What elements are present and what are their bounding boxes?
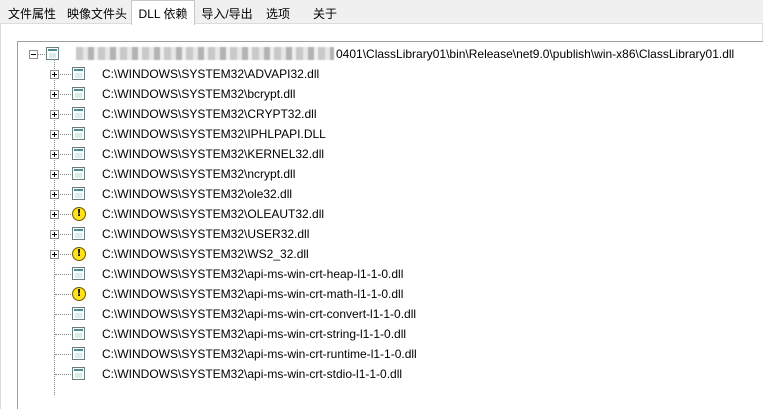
tree-item[interactable]: ! C:\WINDOWS\SYSTEM32\api-ms-win-crt-math… [18,284,763,304]
dll-path-label: C:\WINDOWS\SYSTEM32\api-ms-win-crt-heap-… [102,267,404,281]
module-icon [72,167,85,180]
dll-path-label: C:\WINDOWS\SYSTEM32\ole32.dll [102,187,293,201]
dll-dependency-panel: 0401\ClassLibrary01\bin\Release\net9.0\p… [0,24,763,409]
warning-icon: ! [72,247,86,261]
expand-icon[interactable] [50,90,59,99]
dll-path-label: C:\WINDOWS\SYSTEM32\api-ms-win-crt-conve… [102,307,417,321]
module-icon [72,227,85,240]
tab-import-export[interactable]: 导入/导出 [196,2,258,23]
expand-icon[interactable] [50,150,59,159]
module-icon [72,267,85,280]
tab-about[interactable]: 关于 [305,2,345,23]
dll-path-label: C:\WINDOWS\SYSTEM32\ADVAPI32.dll [102,67,320,81]
dll-path-label: C:\WINDOWS\SYSTEM32\api-ms-win-crt-math-… [102,287,404,301]
tree-item[interactable]: ! C:\WINDOWS\SYSTEM32\OLEAUT32.dll [18,204,763,224]
dll-path-label: C:\WINDOWS\SYSTEM32\KERNEL32.dll [102,147,325,161]
expand-icon[interactable] [50,110,59,119]
tab-image-header[interactable]: 映像文件头 [63,2,131,23]
collapse-icon[interactable] [29,50,38,59]
module-icon [72,127,85,140]
tab-file-properties[interactable]: 文件属性 [2,2,62,23]
expand-icon[interactable] [50,210,59,219]
dll-path-label: C:\WINDOWS\SYSTEM32\USER32.dll [102,227,310,241]
expand-icon[interactable] [50,250,59,259]
tree-connector [55,334,71,335]
tree-connector [55,354,71,355]
tree-item[interactable]: C:\WINDOWS\SYSTEM32\api-ms-win-crt-runti… [18,344,763,364]
warning-icon: ! [72,287,86,301]
module-icon [72,187,85,200]
tree-connector [55,274,71,275]
module-icon [72,367,85,380]
tree-root-row[interactable]: 0401\ClassLibrary01\bin\Release\net9.0\p… [18,44,763,64]
tree-item[interactable]: C:\WINDOWS\SYSTEM32\api-ms-win-crt-conve… [18,304,763,324]
expand-icon[interactable] [50,190,59,199]
tree-item[interactable]: C:\WINDOWS\SYSTEM32\api-ms-win-crt-stdio… [18,364,763,384]
tree-item[interactable]: C:\WINDOWS\SYSTEM32\USER32.dll [18,224,763,244]
tree-connector [55,314,71,315]
tree-item[interactable]: C:\WINDOWS\SYSTEM32\ncrypt.dll [18,164,763,184]
tree-item[interactable]: C:\WINDOWS\SYSTEM32\IPHLPAPI.DLL [18,124,763,144]
tree-item[interactable]: ! C:\WINDOWS\SYSTEM32\WS2_32.dll [18,244,763,264]
expand-icon[interactable] [50,130,59,139]
tree-item[interactable]: C:\WINDOWS\SYSTEM32\api-ms-win-crt-strin… [18,324,763,344]
dll-path-label: C:\WINDOWS\SYSTEM32\CRYPT32.dll [102,107,317,121]
dll-path-label: C:\WINDOWS\SYSTEM32\WS2_32.dll [102,247,309,261]
dll-path-label: C:\WINDOWS\SYSTEM32\ncrypt.dll [102,167,296,181]
module-icon [72,327,85,340]
tree-connector [55,374,71,375]
tree-item[interactable]: C:\WINDOWS\SYSTEM32\api-ms-win-crt-heap-… [18,264,763,284]
tree-item[interactable]: C:\WINDOWS\SYSTEM32\bcrypt.dll [18,84,763,104]
module-icon [72,147,85,160]
dll-path-label: C:\WINDOWS\SYSTEM32\bcrypt.dll [102,87,296,101]
tree-connector [38,54,45,55]
module-icon [72,307,85,320]
dll-path-label: C:\WINDOWS\SYSTEM32\IPHLPAPI.DLL [102,127,326,141]
warning-icon: ! [72,207,86,221]
module-icon [72,67,85,80]
dll-path-label: C:\WINDOWS\SYSTEM32\api-ms-win-crt-strin… [102,327,407,341]
dll-path-label: C:\WINDOWS\SYSTEM32\api-ms-win-crt-runti… [102,347,417,361]
expand-icon[interactable] [50,230,59,239]
module-icon [72,87,85,100]
module-icon [46,47,59,60]
module-icon [72,107,85,120]
tree-item[interactable]: C:\WINDOWS\SYSTEM32\ADVAPI32.dll [18,64,763,84]
tree-item[interactable]: C:\WINDOWS\SYSTEM32\KERNEL32.dll [18,144,763,164]
dependency-tree[interactable]: 0401\ClassLibrary01\bin\Release\net9.0\p… [17,41,763,409]
root-module-path: 0401\ClassLibrary01\bin\Release\net9.0\p… [336,47,735,61]
expand-icon[interactable] [50,70,59,79]
expand-icon[interactable] [50,170,59,179]
module-icon [72,347,85,360]
dll-path-label: C:\WINDOWS\SYSTEM32\OLEAUT32.dll [102,207,325,221]
tab-bar: 文件属性 映像文件头 DLL 依赖 导入/导出 选项 关于 [0,0,763,25]
tree-connector [55,294,71,295]
dll-path-label: C:\WINDOWS\SYSTEM32\api-ms-win-crt-stdio… [102,367,403,381]
tab-options[interactable]: 选项 [259,2,297,23]
tree-item[interactable]: C:\WINDOWS\SYSTEM32\CRYPT32.dll [18,104,763,124]
tree-item[interactable]: C:\WINDOWS\SYSTEM32\ole32.dll [18,184,763,204]
tab-dll-dependencies[interactable]: DLL 依赖 [131,0,195,25]
redacted-path [76,47,334,60]
